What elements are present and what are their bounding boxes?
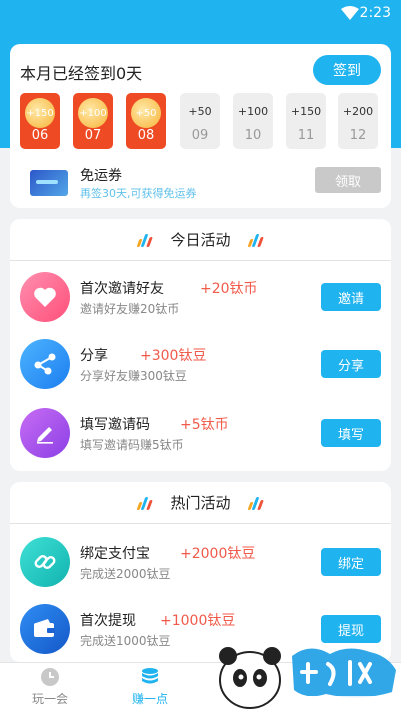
share-button[interactable]: 分享: [321, 350, 381, 378]
nav-item-earn[interactable]: 赚一点: [110, 663, 190, 710]
activity-desc: 邀请好友赚20钛币: [80, 302, 180, 316]
signin-title: 本月已经签到0天: [20, 64, 143, 83]
bind-button[interactable]: 绑定: [321, 548, 381, 576]
activity-title: 首次邀请好友: [80, 281, 164, 297]
day-number: 07: [84, 128, 102, 143]
activity-title: 分享: [80, 348, 108, 364]
status-time: 2:23: [359, 5, 391, 21]
decoration-icon: [136, 233, 154, 247]
coin-icon: +150: [25, 98, 55, 128]
day-number: 11: [297, 128, 315, 143]
watermark-logo: [219, 647, 396, 709]
coupon-title: 免运券: [80, 168, 122, 184]
section-header: 今日活动: [10, 219, 391, 261]
status-bar: 2:23: [0, 0, 401, 28]
activity-reward: +20钛币: [200, 281, 258, 297]
coin-icon: +50: [131, 98, 161, 128]
heart-icon: [20, 272, 70, 322]
signin-days: +150 06 +100 07 +50 08 +50 09 +100 10 +1…: [10, 93, 391, 153]
signin-day: +200 12: [338, 93, 378, 149]
link-icon: [20, 537, 70, 587]
coin-icon: +100: [78, 98, 108, 128]
activity-reward: +300钛豆: [140, 348, 207, 364]
activity-reward: +1000钛豆: [160, 613, 236, 629]
wifi-icon: [341, 6, 359, 20]
signin-day: +100 07: [73, 93, 113, 149]
activity-reward: +5钛币: [180, 417, 229, 433]
activity-reward: +2000钛豆: [180, 546, 256, 562]
signin-day: +150 06: [20, 93, 60, 149]
day-amount: +100: [237, 105, 269, 118]
activity-row-code: 填写邀请码 +5钛币 填写邀请码赚5钛币 填写: [10, 406, 391, 466]
day-amount: +200: [342, 105, 374, 118]
signin-day: +50 09: [180, 93, 220, 149]
decoration-icon: [136, 496, 154, 510]
wallet-icon: [20, 604, 70, 654]
coupon-desc: 再签30天,可获得免运券: [80, 187, 197, 200]
section-header: 热门活动: [10, 482, 391, 524]
fill-code-button[interactable]: 填写: [321, 419, 381, 447]
nav-label: 赚一点: [131, 692, 168, 706]
day-number: 10: [244, 128, 262, 143]
nav-label: 玩一会: [31, 692, 68, 706]
decoration-icon: [247, 496, 265, 510]
day-number: 12: [349, 128, 367, 143]
section-title: 今日活动: [170, 231, 231, 249]
day-number: 06: [31, 128, 49, 143]
signin-card: 本月已经签到0天 签到 +150 06 +100 07 +50 08 +50 0…: [10, 44, 391, 208]
hot-activities-card: 热门活动 绑定支付宝 +2000钛豆 完成送2000钛豆 绑定 首次提现 +10…: [10, 482, 391, 662]
activity-title: 绑定支付宝: [80, 546, 150, 562]
signin-button[interactable]: 签到: [313, 55, 381, 85]
activity-desc: 完成送2000钛豆: [80, 567, 171, 581]
activity-desc: 完成送1000钛豆: [80, 634, 171, 648]
activity-row-invite: 首次邀请好友 +20钛币 邀请好友赚20钛币 邀请: [10, 270, 391, 330]
coin-stack-icon: [142, 668, 158, 684]
share-icon: [20, 339, 70, 389]
today-activities-card: 今日活动 首次邀请好友 +20钛币 邀请好友赚20钛币 邀请 分享 +300钛豆…: [10, 219, 391, 471]
claim-button[interactable]: 领取: [315, 167, 381, 193]
section-title: 热门活动: [170, 494, 231, 512]
activity-title: 填写邀请码: [80, 417, 150, 433]
activity-row-share: 分享 +300钛豆 分享好友赚300钛豆 分享: [10, 337, 391, 397]
decoration-icon: [247, 233, 265, 247]
coupon-icon: [30, 170, 68, 196]
clock-icon: [41, 668, 59, 686]
day-amount: +150: [290, 105, 322, 118]
nav-item-play[interactable]: 玩一会: [10, 663, 90, 710]
pencil-icon: [20, 408, 70, 458]
activity-desc: 分享好友赚300钛豆: [80, 369, 187, 383]
signin-day: +50 08: [126, 93, 166, 149]
day-number: 08: [137, 128, 155, 143]
activity-row-alipay: 绑定支付宝 +2000钛豆 完成送2000钛豆 绑定: [10, 535, 391, 595]
activity-desc: 填写邀请码赚5钛币: [80, 438, 184, 452]
day-amount: +50: [188, 105, 212, 118]
activity-title: 首次提现: [80, 613, 136, 629]
invite-button[interactable]: 邀请: [321, 283, 381, 311]
day-number: 09: [191, 128, 209, 143]
signin-day: +100 10: [233, 93, 273, 149]
signin-day: +150 11: [286, 93, 326, 149]
